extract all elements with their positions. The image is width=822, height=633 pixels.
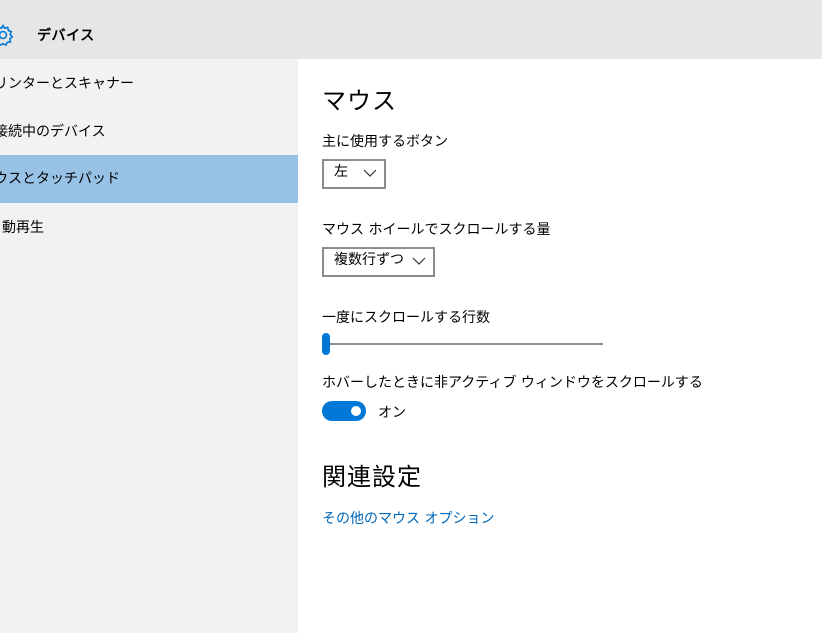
sidebar-item-label: リンターとスキャナー bbox=[0, 76, 134, 92]
gear-icon bbox=[0, 23, 14, 47]
inactive-scroll-label: ホバーしたときに非アクティブ ウィンドウをスクロールする bbox=[322, 375, 703, 391]
lines-to-scroll-label: 一度にスクロールする行数 bbox=[322, 310, 490, 326]
toggle-knob bbox=[351, 406, 361, 416]
primary-button-label: 主に使用するボタン bbox=[322, 134, 448, 150]
sidebar-item-mouse-touchpad[interactable]: ウスとタッチパッド bbox=[0, 155, 298, 203]
inactive-scroll-toggle[interactable] bbox=[322, 401, 366, 421]
sidebar-item-label: 動再生 bbox=[2, 220, 44, 236]
lines-to-scroll-thumb[interactable] bbox=[322, 333, 330, 355]
primary-button-value: 左 bbox=[334, 164, 348, 180]
other-mouse-options-link[interactable]: その他のマウス オプション bbox=[322, 508, 494, 528]
sidebar-item-connected-devices[interactable]: 接続中のデバイス bbox=[0, 108, 298, 156]
scroll-amount-label: マウス ホイールでスクロールする量 bbox=[322, 222, 551, 238]
header-bar: デバイス bbox=[0, 0, 822, 59]
lines-to-scroll-track[interactable] bbox=[322, 343, 603, 345]
chevron-down-icon bbox=[363, 169, 377, 177]
sidebar-item-label: 接続中のデバイス bbox=[0, 124, 106, 140]
section-title-mouse: マウス bbox=[322, 87, 397, 115]
primary-button-dropdown[interactable]: 左 bbox=[322, 159, 386, 189]
sidebar: リンターとスキャナー 接続中のデバイス ウスとタッチパッド 動再生 bbox=[0, 59, 298, 633]
sidebar-item-printers[interactable]: リンターとスキャナー bbox=[0, 60, 298, 108]
page-title: デバイス bbox=[37, 28, 95, 44]
main-content: マウス 主に使用するボタン 左 マウス ホイールでスクロールする量 複数行ずつ … bbox=[298, 59, 822, 633]
scroll-amount-dropdown[interactable]: 複数行ずつ bbox=[322, 247, 435, 277]
chevron-down-icon bbox=[412, 257, 426, 265]
scroll-amount-value: 複数行ずつ bbox=[334, 252, 404, 268]
sidebar-item-autoplay[interactable]: 動再生 bbox=[0, 204, 298, 252]
related-settings-title: 関連設定 bbox=[322, 463, 422, 491]
sidebar-item-label: ウスとタッチパッド bbox=[0, 171, 120, 187]
inactive-scroll-state: オン bbox=[378, 405, 406, 421]
